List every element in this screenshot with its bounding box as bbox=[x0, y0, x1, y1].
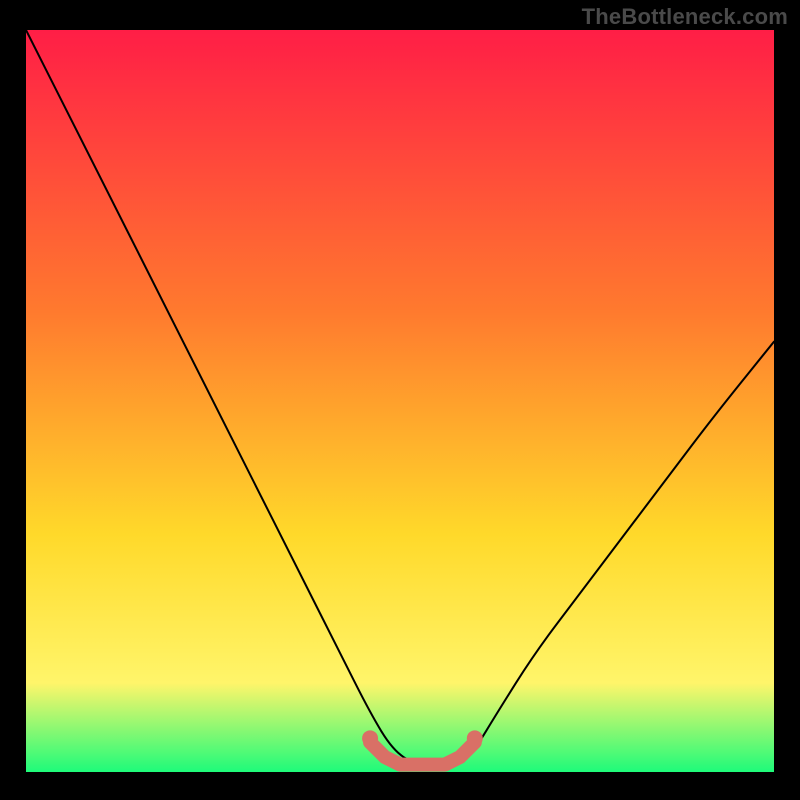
watermark-text: TheBottleneck.com bbox=[582, 4, 788, 30]
chart-svg bbox=[26, 30, 774, 772]
gradient-background bbox=[26, 30, 774, 772]
marker-endpoint bbox=[362, 730, 378, 746]
chart-frame: TheBottleneck.com bbox=[0, 0, 800, 800]
marker-endpoint bbox=[467, 730, 483, 746]
plot-area bbox=[26, 30, 774, 772]
